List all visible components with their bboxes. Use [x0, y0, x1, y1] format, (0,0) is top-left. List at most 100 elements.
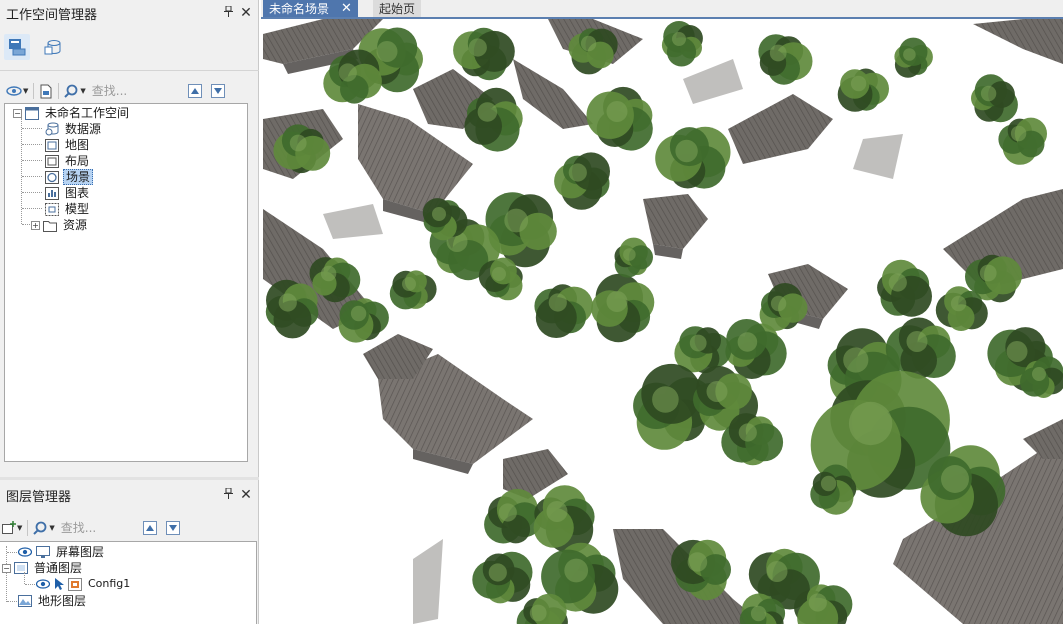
layer-search-next-button[interactable] [165, 521, 180, 535]
layer-node-screen[interactable]: 屏幕图层 [18, 544, 106, 560]
layer-node-config1[interactable]: Config1 [36, 576, 132, 592]
tree-canopy-highlight [498, 503, 517, 522]
tree-canopy-highlight [350, 305, 367, 322]
tree-canopy-highlight [903, 48, 916, 61]
tree-node-map[interactable]: 地图 [45, 137, 91, 153]
tree-canopy-highlight [432, 207, 446, 221]
layer-label: 地形图层 [38, 594, 87, 608]
workspace-view-switcher [4, 34, 66, 64]
tree-canopy-highlight [750, 605, 767, 622]
tree-canopy-highlight [580, 35, 597, 52]
tree-canopy-highlight [687, 552, 708, 572]
chevron-down-icon: ▼ [23, 87, 29, 95]
tree-canopy-highlight [888, 273, 907, 292]
collapse-toggle-icon[interactable]: − [13, 108, 22, 118]
tree-canopy-highlight [546, 501, 568, 522]
visibility-eye-icon[interactable] [36, 577, 50, 591]
tree-canopy-highlight [320, 265, 337, 282]
datasource-icon [45, 122, 59, 136]
terrain-layer-icon [18, 594, 32, 608]
resource-library-view-icon[interactable] [40, 34, 66, 60]
layer-search-previous-button[interactable] [142, 521, 157, 535]
close-icon[interactable]: ✕ [237, 487, 255, 503]
document-tab-strip: 未命名场景 ✕ 起始页 [261, 0, 1063, 19]
save-workspace-button[interactable] [37, 81, 55, 101]
workspace-toolbar: ▼ ▼ [0, 79, 259, 103]
selectable-cursor-icon[interactable] [54, 577, 64, 591]
tree-canopy-highlight [568, 163, 587, 182]
tree-item-label: 模型 [65, 202, 90, 216]
tree-canopy-highlight [606, 291, 628, 312]
pin-icon[interactable] [219, 487, 237, 502]
collapse-toggle-icon[interactable]: − [2, 563, 11, 573]
tree-canopy-highlight [402, 277, 416, 291]
tree-canopy-highlight [770, 295, 787, 312]
tree-item-label: 资源 [63, 218, 88, 232]
layer-node-terrain[interactable]: 地形图层 [18, 593, 88, 609]
tree-canopy-highlight [738, 423, 757, 442]
open-workspace-button[interactable]: ▼ [4, 81, 30, 101]
model-icon [45, 202, 59, 216]
add-layer-button[interactable]: ▼ [0, 518, 24, 538]
workspace-tree: − 未命名工作空间 数据源 地图 布局 场景 图表 模型 + 资源 [4, 103, 248, 462]
layer-panel-title: 图层管理器 [6, 489, 72, 505]
toolbar-separator [33, 83, 35, 99]
search-options-button[interactable]: ▼ [62, 81, 87, 101]
layer-node-normal[interactable]: − 普通图层 [2, 560, 84, 576]
tree-canopy-highlight [737, 332, 758, 352]
tree-canopy-highlight [675, 139, 698, 163]
workspace-root-label: 未命名工作空间 [45, 106, 130, 120]
tree-canopy-highlight [477, 102, 498, 122]
tree-node-chart[interactable]: 图表 [45, 185, 91, 201]
expand-toggle-icon[interactable]: + [31, 220, 40, 230]
tree-canopy-highlight [1032, 367, 1046, 381]
tree-canopy-highlight [278, 293, 297, 312]
tree-canopy-highlight [289, 134, 307, 152]
tree-node-resource[interactable]: + 资源 [31, 217, 89, 233]
layer-panel-titlebar: 图层管理器 ✕ [0, 482, 259, 508]
chart-icon [45, 186, 59, 200]
tab-label: 未命名场景 [269, 2, 330, 16]
tree-node-scene[interactable]: 场景 [45, 169, 94, 185]
search-previous-button[interactable] [187, 84, 202, 98]
layer-search-options-button[interactable]: ▼ [31, 518, 56, 538]
tree-item-label: 地图 [65, 138, 90, 152]
map-icon [45, 138, 59, 152]
workspace-icon [25, 106, 39, 120]
visibility-eye-icon[interactable] [18, 545, 32, 559]
oblique-model-icon [68, 577, 82, 591]
workspace-panel-title: 工作空间管理器 [6, 7, 98, 23]
tree-canopy-highlight [843, 347, 869, 373]
tree-canopy-highlight [548, 293, 567, 312]
chevron-down-icon: ▼ [49, 524, 55, 532]
close-icon[interactable]: ✕ [237, 5, 255, 21]
3d-scene-viewport[interactable] [263, 19, 1063, 624]
workspace-search-input[interactable] [87, 82, 178, 100]
tab-start-page[interactable]: 起始页 [373, 0, 422, 17]
pin-icon[interactable] [219, 5, 237, 20]
tree-canopy-highlight [808, 593, 827, 612]
resource-icon [43, 218, 57, 232]
layer-search-input[interactable] [56, 519, 133, 537]
tab-label: 起始页 [379, 2, 416, 16]
tree-node-workspace-root[interactable]: − 未命名工作空间 [13, 105, 131, 121]
tab-untitled-scene[interactable]: 未命名场景 ✕ [263, 0, 358, 17]
toolbar-separator [27, 520, 29, 536]
tree-canopy-highlight [1006, 341, 1028, 362]
tree-node-layout[interactable]: 布局 [45, 153, 91, 169]
layer-label: Config1 [88, 577, 131, 590]
layout-icon [45, 154, 59, 168]
close-tab-icon[interactable]: ✕ [341, 1, 352, 16]
tree-node-datasource[interactable]: 数据源 [45, 121, 103, 137]
search-next-button[interactable] [210, 84, 225, 98]
tree-canopy-highlight [980, 85, 997, 102]
toolbar-separator [58, 83, 60, 99]
workspace-tree-view-icon[interactable] [4, 34, 30, 60]
tree-canopy-highlight [941, 465, 969, 493]
scene-icon [45, 170, 59, 184]
tree-canopy-highlight [672, 32, 686, 46]
workspace-manager-panel: 工作空间管理器 ✕ ▼ ▼ 查找... − 未命名工作空间 数据源 地图 布局 … [0, 0, 259, 472]
tree-canopy-highlight [906, 331, 928, 352]
tree-node-model[interactable]: 模型 [45, 201, 91, 217]
tree-canopy-highlight [376, 41, 398, 62]
